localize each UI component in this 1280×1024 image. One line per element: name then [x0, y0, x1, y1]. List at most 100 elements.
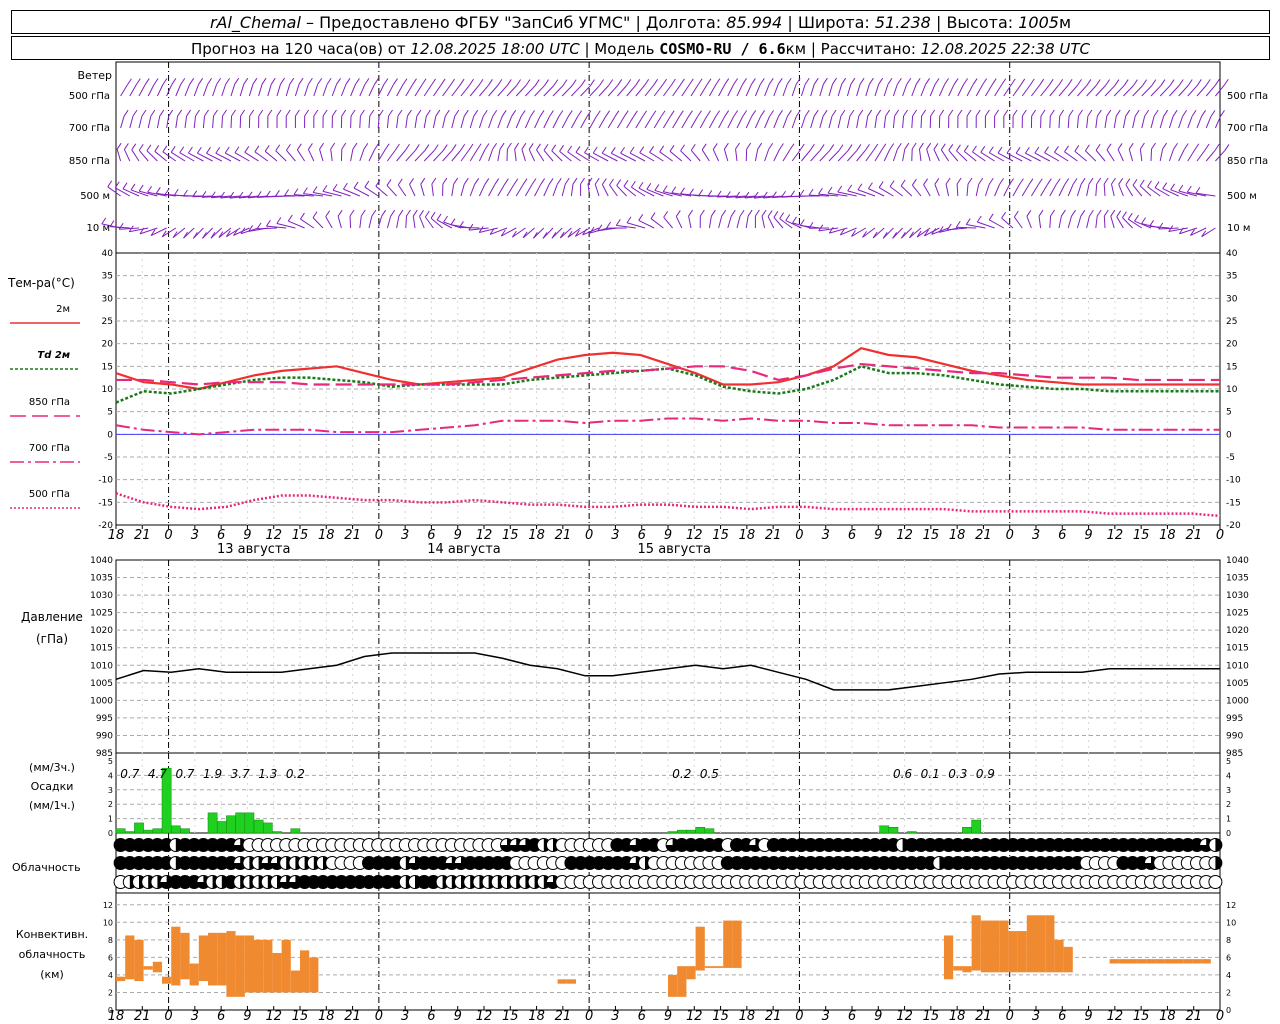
wind-barb [918, 148, 922, 162]
wind-barb [202, 115, 206, 129]
wind-barb [1106, 149, 1115, 162]
wind-barb [819, 84, 824, 97]
wind-barb-feather [1015, 147, 1021, 154]
wind-barb [304, 84, 309, 97]
wind-barb-feather [778, 110, 783, 117]
wind-barb-feather [1084, 144, 1090, 152]
x-tick-label: 6 [638, 528, 646, 543]
wind-barb [409, 184, 416, 197]
wind-barb [349, 215, 352, 229]
x-tick-label: 18 [1159, 1009, 1176, 1024]
wind-barb-feather [965, 218, 971, 225]
precip-bar [253, 819, 264, 834]
wind-level-label-left: 700 гПа [69, 123, 110, 134]
wind-barb [653, 116, 662, 129]
wind-barb [736, 216, 741, 229]
wind-barb-feather [1068, 109, 1074, 117]
wind-barb [1095, 85, 1106, 97]
wind-barb [451, 149, 462, 162]
wind-barb [800, 84, 806, 97]
wind-barb-feather [528, 143, 534, 150]
conv-bar [971, 915, 981, 971]
wind-barb-feather [381, 209, 387, 217]
wind-barb-feather [421, 78, 427, 86]
wind-barb-feather [584, 146, 589, 154]
wind-barb [847, 150, 858, 162]
precip-3h-label: 0.1 [921, 767, 940, 781]
wind-barb [506, 116, 513, 129]
precip-title: Осадки [31, 780, 74, 793]
wind-barb [690, 149, 701, 162]
wind-barb [515, 116, 522, 129]
precip-bar [207, 812, 218, 834]
wind-barb [275, 150, 287, 162]
x-tick-label: 9 [1084, 528, 1092, 543]
wind-barb-feather [1191, 110, 1197, 117]
wind-barb-feather [553, 79, 559, 86]
wind-barb-feather [249, 109, 255, 117]
wind-barb-feather [757, 142, 763, 150]
wind-barb [230, 115, 233, 129]
wind-barb [1076, 216, 1082, 229]
wind-barb-feather [930, 109, 936, 117]
wind-barb-feather [1003, 109, 1009, 117]
wind-barb [773, 149, 780, 162]
wind-barb-feather [352, 142, 358, 150]
wind-barb [892, 84, 898, 97]
wind-barb [1110, 183, 1115, 197]
x-tick-label: 9 [874, 1009, 882, 1024]
conv-bar [1137, 959, 1147, 964]
wind-barb-feather [317, 77, 323, 85]
wind-barb-feather [858, 109, 864, 117]
wind-barb [837, 84, 843, 97]
conv-bar [300, 950, 310, 993]
pressure-tick-left: 1000 [90, 696, 113, 706]
wind-barb-feather [659, 145, 665, 153]
wind-barb-feather [326, 77, 332, 85]
wind-barb [460, 116, 465, 129]
wind-barb-feather [642, 110, 648, 118]
wind-barb-feather [544, 79, 549, 86]
conv-bar [152, 961, 162, 973]
wind-barb-feather [1214, 143, 1220, 151]
wind-barb-feather [1020, 78, 1026, 86]
wind-barb-feather [131, 143, 137, 151]
wind-title: Ветер [78, 69, 112, 82]
wind-barb-feather [302, 187, 308, 194]
wind-barb [396, 84, 404, 97]
wind-barb [607, 85, 619, 97]
wind-barb [663, 216, 673, 229]
wind-barb-feather [171, 78, 177, 85]
wind-barb-feather [747, 209, 753, 217]
wind-barb [997, 152, 1014, 162]
wind-barb-feather [484, 143, 490, 150]
wind-barb [212, 115, 215, 129]
wind-barb [1169, 85, 1180, 97]
wind-barb [239, 84, 245, 97]
wind-barb [761, 215, 766, 229]
pressure-tick-right: 1000 [1226, 696, 1249, 706]
conv-tick-left: 2 [108, 988, 113, 997]
wind-barb-feather [847, 144, 853, 151]
wind-barb-feather [285, 109, 291, 117]
wind-barb-feather [287, 214, 293, 222]
wind-barb [736, 84, 743, 97]
precip-bar [170, 825, 181, 834]
conv-bar [1008, 931, 1018, 973]
x-tick-label: 9 [874, 528, 882, 543]
day-label: 13 августа [217, 542, 291, 557]
wind-barb-feather [1031, 109, 1037, 117]
temp-tick-right: -5 [1226, 453, 1235, 463]
wind-barb-feather [284, 189, 290, 196]
wind-barb [432, 84, 442, 97]
x-tick-label: 18 [318, 1009, 335, 1024]
precip-tick-left: 1 [108, 815, 113, 824]
wind-barb-feather [706, 78, 712, 85]
wind-barb-feather [679, 78, 685, 86]
wind-barb [708, 215, 712, 229]
x-tick-label: 6 [217, 1009, 225, 1024]
wind-barb-feather [188, 146, 193, 154]
wind-barb-feather [698, 189, 704, 196]
wind-barb-feather [144, 78, 150, 85]
wind-barb-feather [322, 109, 328, 117]
